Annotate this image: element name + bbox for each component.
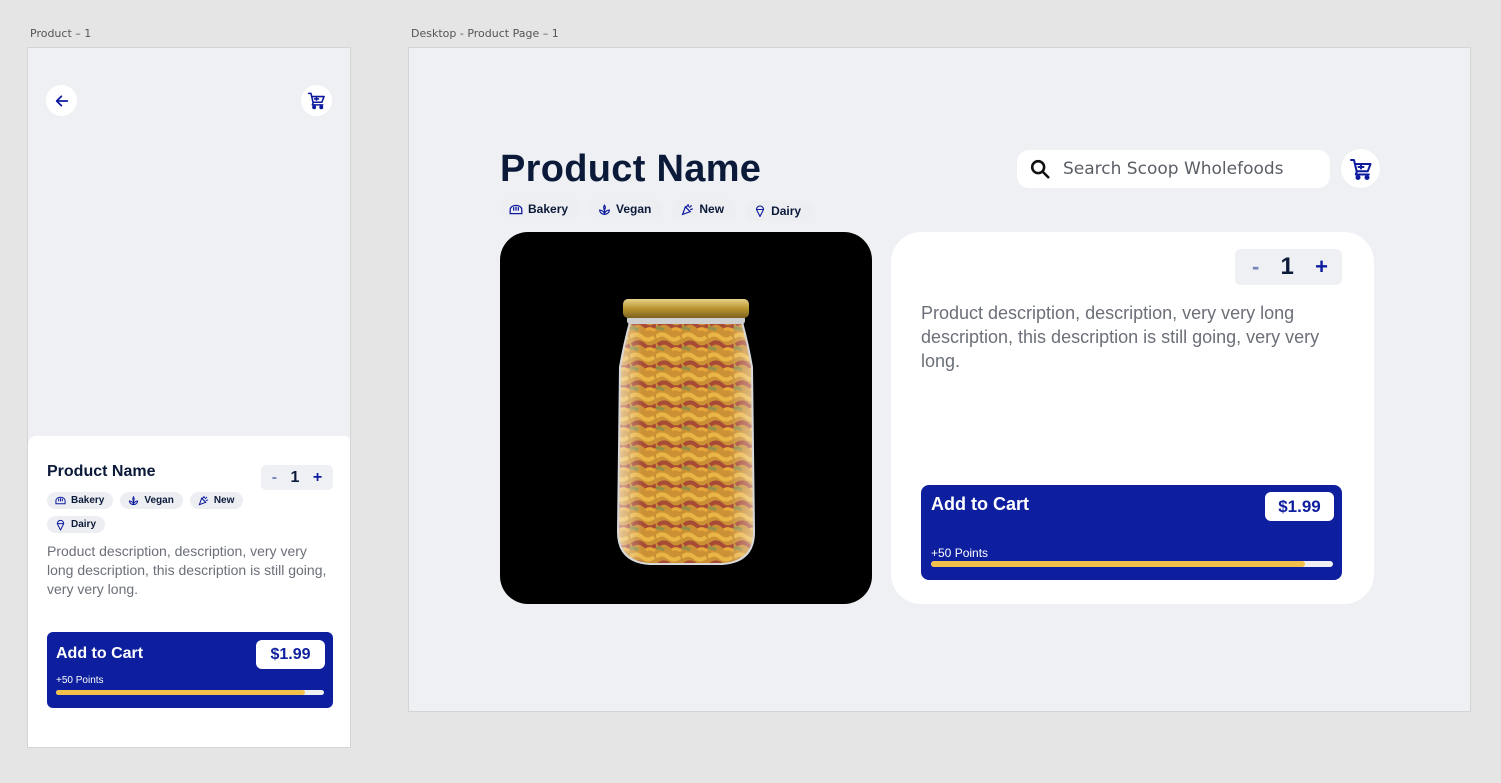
quantity-stepper: - 1 +: [1235, 249, 1342, 285]
tag-label: New: [213, 495, 235, 506]
tag-vegan: Vegan: [120, 492, 183, 509]
increase-quantity-button[interactable]: +: [1315, 254, 1328, 280]
shopping-cart-icon: [307, 92, 325, 110]
price-badge: $1.99: [1265, 492, 1334, 521]
add-to-cart-label: Add to Cart: [931, 494, 1029, 514]
price-badge: $1.99: [256, 640, 325, 669]
product-title: Product Name: [47, 463, 156, 480]
increase-quantity-button[interactable]: +: [313, 469, 322, 487]
decrease-quantity-button[interactable]: -: [272, 469, 277, 487]
tag-new: New: [189, 492, 244, 509]
shopping-cart-icon: [1349, 158, 1371, 180]
desktop-frame-label: Desktop - Product Page – 1: [411, 27, 559, 40]
points-label: +50 Points: [56, 675, 104, 686]
search-bar[interactable]: [1017, 150, 1330, 188]
mobile-frame-label: Product – 1: [30, 27, 92, 40]
arrow-left-icon: [55, 94, 68, 107]
tag-new: New: [672, 199, 737, 219]
tag-label: Dairy: [71, 519, 97, 530]
product-tags: Bakery Vegan New Dairy: [47, 492, 287, 533]
desktop-product-frame: Product Name Bakery Vegan New Dairy: [408, 47, 1471, 712]
cart-button[interactable]: [1341, 149, 1380, 188]
tag-dairy: Dairy: [745, 201, 814, 221]
points-progress-bar: [931, 561, 1333, 567]
product-tags: Bakery Vegan New Dairy: [500, 199, 814, 221]
search-input[interactable]: [1063, 159, 1313, 179]
ice-cream-icon: [56, 519, 65, 531]
add-to-cart-label: Add to Cart: [56, 645, 144, 662]
bread-icon: [55, 496, 66, 505]
points-progress-fill: [56, 690, 306, 695]
quantity-value: 1: [1280, 253, 1294, 280]
points-progress-fill: [931, 561, 1305, 567]
add-to-cart-button[interactable]: Add to Cart $1.99 +50 Points: [47, 632, 333, 708]
search-icon: [1030, 159, 1050, 179]
pasta-jar-image: [616, 299, 756, 565]
cart-button[interactable]: [301, 85, 332, 116]
add-to-cart-button[interactable]: Add to Cart $1.99 +50 Points: [921, 485, 1342, 580]
tag-label: Vegan: [616, 202, 652, 216]
tag-bakery: Bakery: [47, 492, 114, 509]
tag-label: Vegan: [144, 495, 174, 506]
tag-label: Bakery: [71, 495, 105, 506]
product-detail-panel: - 1 + Product description, description, …: [891, 232, 1374, 604]
product-info-card: Product Name - 1 + Bakery Vegan New Dair…: [28, 436, 350, 747]
tag-vegan: Vegan: [589, 199, 664, 219]
quantity-stepper: - 1 +: [261, 465, 333, 490]
ice-cream-icon: [756, 205, 765, 218]
tag-bakery: Bakery: [500, 199, 581, 219]
tag-dairy: Dairy: [47, 516, 106, 533]
points-progress-bar: [56, 690, 324, 695]
leaf-icon: [129, 495, 139, 506]
bread-icon: [509, 204, 523, 214]
points-label: +50 Points: [931, 546, 989, 560]
back-button[interactable]: [46, 85, 77, 116]
decrease-quantity-button[interactable]: -: [1252, 254, 1259, 280]
leaf-icon: [599, 203, 611, 215]
tag-label: Bakery: [528, 202, 569, 216]
party-popper-icon: [198, 495, 208, 506]
party-popper-icon: [682, 203, 694, 215]
product-description: Product description, description, very v…: [921, 303, 1320, 371]
tag-label: Dairy: [771, 204, 802, 218]
mobile-product-frame: Product Name - 1 + Bakery Vegan New Dair…: [27, 47, 351, 748]
product-description: Product description, description, very v…: [47, 543, 327, 597]
quantity-value: 1: [290, 468, 300, 486]
product-image: [500, 232, 872, 604]
product-title: Product Name: [500, 148, 762, 190]
tag-label: New: [699, 202, 725, 216]
